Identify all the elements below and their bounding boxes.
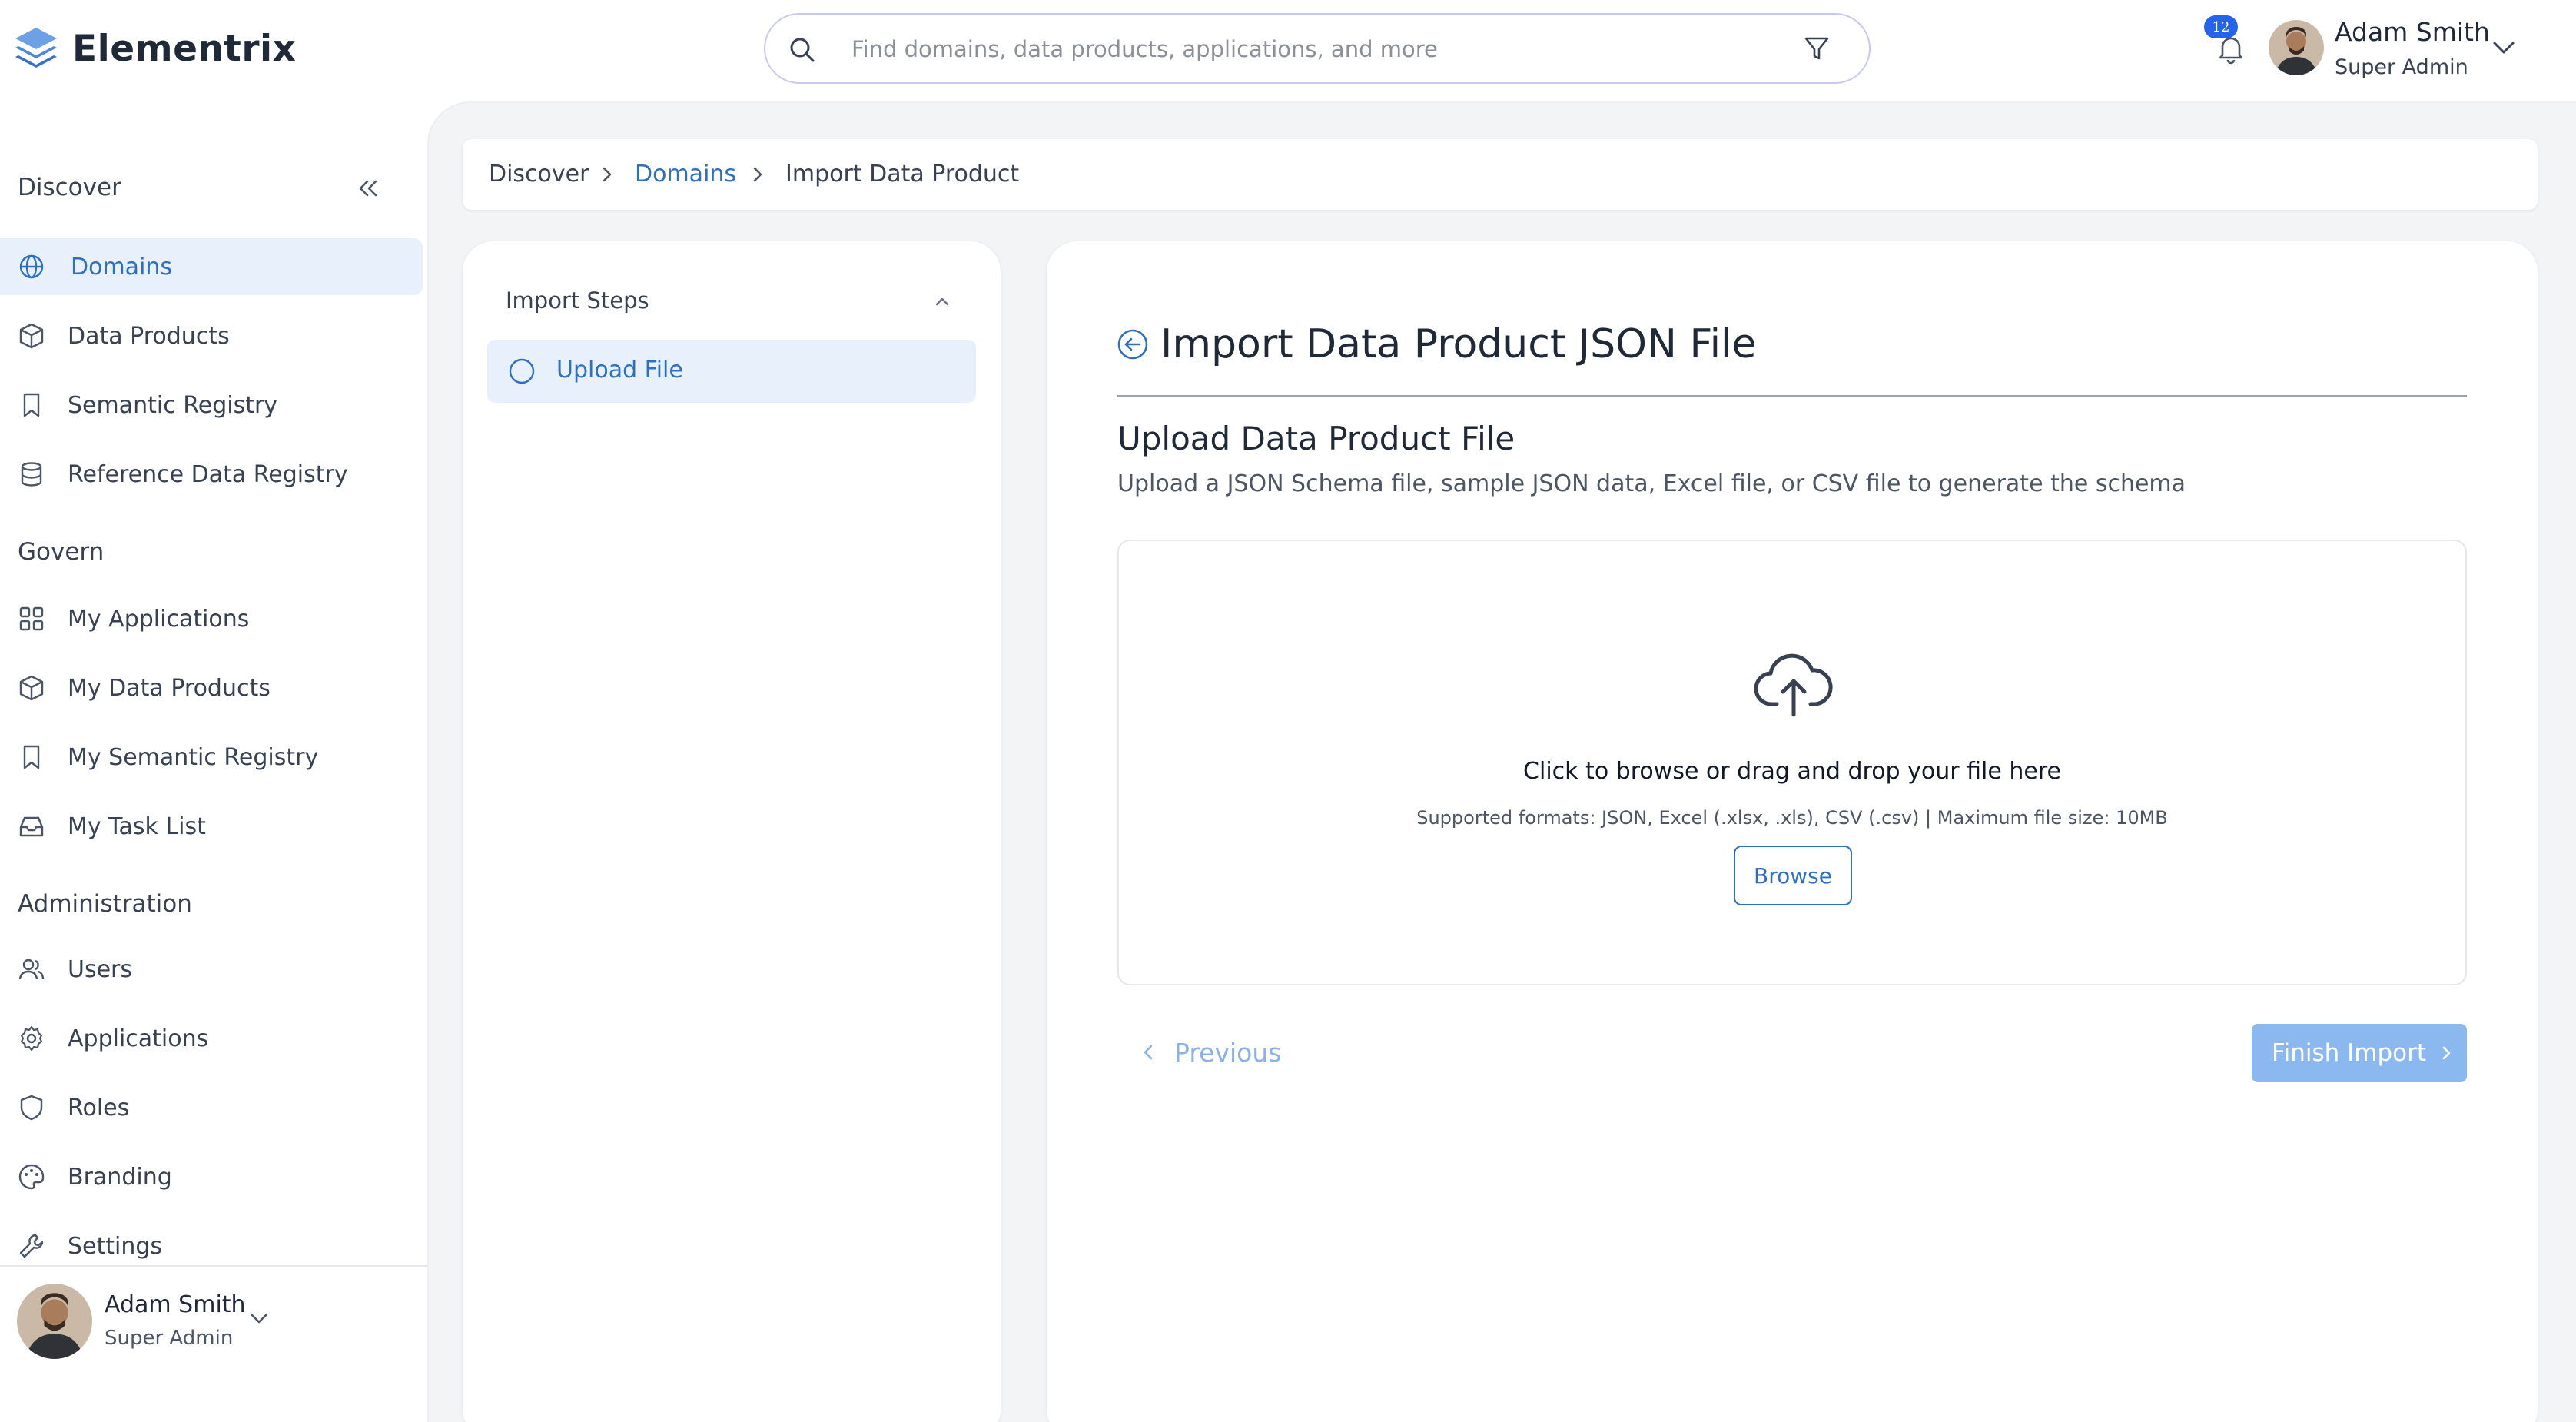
sidebar-item-my-semantic-registry[interactable]: My Semantic Registry: [0, 729, 423, 786]
section-label-discover: Discover: [18, 174, 121, 201]
user-name: Adam Smith: [2335, 17, 2490, 47]
sidebar-item-label: Settings: [68, 1232, 163, 1260]
chevron-right-icon: [2442, 1046, 2451, 1060]
import-form-panel: Import Data Product JSON File Upload Dat…: [1047, 241, 2538, 1422]
database-icon: [21, 462, 42, 487]
section-title: Upload Data Product File: [1117, 420, 1515, 457]
dropzone-instructions: Click to browse or drag and drop your fi…: [1523, 758, 2061, 785]
back-arrow-circle-icon[interactable]: [1116, 327, 1150, 361]
inbox-icon: [19, 816, 44, 837]
import-steps-title: Import Steps: [506, 287, 649, 314]
sidebar-item-label: Reference Data Registry: [68, 460, 348, 488]
finish-import-button[interactable]: Finish Import: [2252, 1024, 2467, 1082]
sidebar-item-label: Domains: [71, 253, 173, 281]
user-role: Super Admin: [2335, 55, 2468, 79]
chevron-right-icon: [753, 167, 762, 182]
sidebar-divider: [0, 1265, 427, 1267]
sidebar-item-applications[interactable]: Applications: [0, 1010, 423, 1067]
sidebar-item-label: Applications: [68, 1025, 209, 1052]
step-label: Upload File: [556, 357, 683, 384]
sidebar: Discover Domains Data Products Semantic …: [0, 101, 427, 1422]
cloud-upload-icon: [1754, 653, 1833, 717]
notification-count-badge: 12: [2204, 15, 2238, 38]
sidebar-item-label: Data Products: [68, 322, 230, 350]
wrench-icon: [19, 1234, 44, 1258]
layers-logo-icon: [15, 28, 57, 68]
browse-button[interactable]: Browse: [1734, 846, 1852, 905]
sidebar-item-my-task-list[interactable]: My Task List: [0, 798, 423, 855]
filter-icon[interactable]: [1801, 33, 1832, 64]
step-upload-file[interactable]: Upload File: [487, 340, 976, 403]
palette-icon: [18, 1164, 45, 1190]
collapse-sidebar-icon[interactable]: [354, 175, 383, 201]
sidebar-item-users[interactable]: Users: [0, 941, 423, 998]
sidebar-item-label: My Applications: [68, 605, 250, 633]
gear-icon: [20, 1025, 43, 1052]
sidebar-item-my-data-products[interactable]: My Data Products: [0, 660, 423, 716]
previous-button[interactable]: Previous: [1137, 1032, 1281, 1073]
finish-import-label: Finish Import: [2272, 1039, 2426, 1067]
sidebar-item-branding[interactable]: Branding: [0, 1148, 423, 1205]
sidebar-item-label: Semantic Registry: [68, 391, 278, 419]
chevron-up-icon[interactable]: [931, 292, 953, 311]
sidebar-item-label: Roles: [68, 1094, 130, 1121]
global-search[interactable]: [764, 13, 1871, 84]
sidebar-item-reference-data-registry[interactable]: Reference Data Registry: [0, 446, 423, 503]
breadcrumb-discover[interactable]: Discover: [489, 161, 589, 188]
sidebar-user-chevron-down-icon[interactable]: [246, 1307, 272, 1330]
sidebar-user-name: Adam Smith: [105, 1291, 246, 1318]
section-description: Upload a JSON Schema file, sample JSON d…: [1117, 470, 2186, 497]
sidebar-item-label: My Semantic Registry: [68, 743, 319, 771]
sidebar-item-my-applications[interactable]: My Applications: [0, 590, 423, 647]
bookmark-icon: [23, 393, 40, 417]
breadcrumb-domains[interactable]: Domains: [635, 161, 736, 188]
user-menu-chevron-down-icon[interactable]: [2488, 35, 2519, 60]
sidebar-item-label: My Data Products: [68, 674, 271, 702]
app-logo[interactable]: Elementrix: [11, 23, 296, 74]
globe-icon: [19, 254, 44, 279]
grid-icon: [19, 606, 44, 631]
section-label-administration: Administration: [18, 890, 192, 918]
shield-icon: [20, 1095, 43, 1121]
step-status-circle-icon: [509, 358, 535, 384]
sidebar-item-label: Users: [68, 955, 133, 983]
search-input[interactable]: [851, 32, 1758, 67]
app-name: Elementrix: [72, 27, 297, 70]
sidebar-item-semantic-registry[interactable]: Semantic Registry: [0, 377, 423, 434]
dropzone-supported-formats: Supported formats: JSON, Excel (.xlsx, .…: [1416, 807, 2168, 829]
sidebar-item-domains[interactable]: Domains: [0, 238, 423, 295]
box-icon: [19, 323, 44, 349]
bookmark-icon: [23, 745, 40, 769]
search-icon: [790, 38, 815, 62]
top-header: Elementrix 12 Adam Smith Super Admin: [0, 0, 2576, 101]
sidebar-item-data-products[interactable]: Data Products: [0, 307, 423, 364]
chevron-left-icon: [1144, 1045, 1153, 1060]
user-avatar[interactable]: [2269, 20, 2324, 75]
breadcrumb: Discover Domains Import Data Product: [463, 139, 2538, 210]
chevron-right-icon: [603, 167, 612, 182]
import-steps-panel: Import Steps Upload File: [463, 241, 1001, 1422]
sidebar-user-avatar[interactable]: [17, 1284, 92, 1359]
users-icon: [18, 959, 45, 980]
sidebar-item-label: Branding: [68, 1163, 172, 1191]
section-label-govern: Govern: [18, 538, 105, 566]
breadcrumb-current: Import Data Product: [785, 161, 1020, 188]
title-divider: [1117, 395, 2467, 397]
previous-label: Previous: [1174, 1037, 1282, 1068]
sidebar-item-label: My Task List: [68, 812, 206, 840]
sidebar-item-roles[interactable]: Roles: [0, 1079, 423, 1136]
sidebar-user-role: Super Admin: [105, 1327, 234, 1350]
page-title: Import Data Product JSON File: [1160, 321, 1757, 367]
box-icon: [19, 675, 44, 701]
file-dropzone[interactable]: Click to browse or drag and drop your fi…: [1117, 540, 2467, 985]
